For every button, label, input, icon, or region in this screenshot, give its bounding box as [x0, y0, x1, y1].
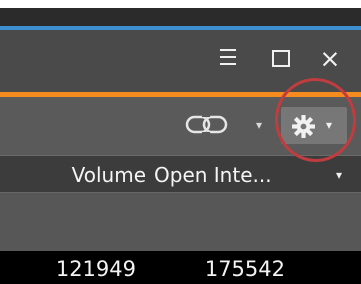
- column-header-open-interest[interactable]: Open Inte...: [154, 156, 294, 194]
- column-header-volume[interactable]: Volume: [0, 156, 146, 194]
- link-dropdown-icon[interactable]: ▾: [256, 119, 262, 131]
- trading-window-panel: × ▾ ▾ Volume Open Inte... ▾ 121949 17554…: [0, 0, 361, 284]
- table-filter-row: [0, 193, 361, 251]
- maximize-icon: [272, 49, 290, 67]
- menu-icon-bar: [220, 63, 236, 65]
- settings-button[interactable]: ▾: [281, 107, 347, 144]
- toolbar: ▾ ▾: [0, 97, 361, 155]
- close-button[interactable]: ×: [314, 42, 346, 74]
- link-icon[interactable]: [185, 113, 230, 136]
- close-icon: ×: [319, 43, 341, 73]
- volume-cell: 121949: [55, 257, 136, 281]
- table-row[interactable]: 121949 175542: [0, 251, 361, 284]
- gear-icon: [292, 115, 315, 138]
- open-interest-cell: 175542: [204, 257, 285, 281]
- window-titlebar: ×: [0, 30, 361, 92]
- table-header-row: Volume Open Inte... ▾: [0, 155, 361, 193]
- menu-icon-bar: [220, 49, 236, 51]
- window-top-strip: [0, 8, 361, 26]
- menu-icon[interactable]: [213, 42, 245, 74]
- window-top-gap: [0, 0, 361, 8]
- menu-icon-bar: [220, 56, 236, 58]
- column-menu-caret-icon[interactable]: ▾: [336, 168, 342, 182]
- maximize-button[interactable]: [265, 42, 297, 74]
- settings-dropdown-icon: ▾: [326, 118, 333, 132]
